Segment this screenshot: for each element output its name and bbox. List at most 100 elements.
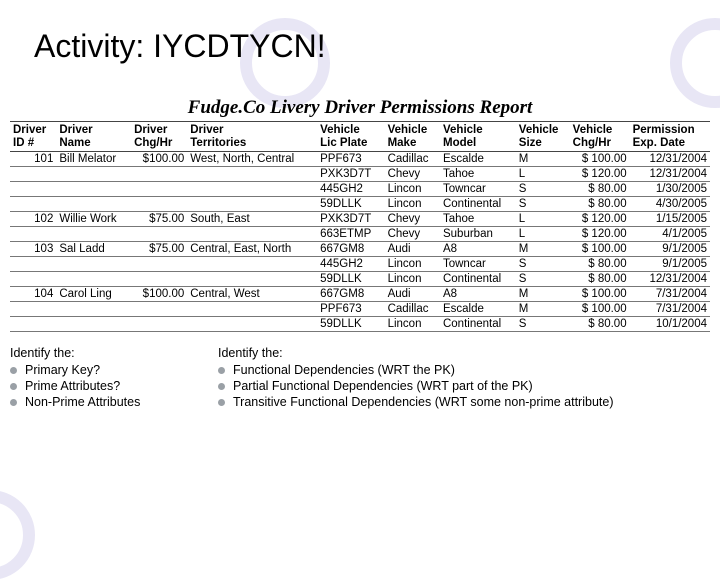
table-row: 59DLLKLinconContinentalS$ 80.0012/31/200… (10, 272, 710, 287)
table-row: 59DLLKLinconContinentalS$ 80.0010/1/2004 (10, 317, 710, 332)
table-cell (187, 182, 317, 197)
table-cell: 103 (10, 242, 56, 257)
table-cell (10, 272, 56, 287)
table-cell: 7/31/2004 (630, 287, 710, 302)
bullet-icon (10, 399, 17, 406)
col-driver-terr: DriverTerritories (187, 122, 317, 152)
table-row: 103Sal Ladd$75.00Central, East, North667… (10, 242, 710, 257)
table-cell (187, 257, 317, 272)
table-cell: Audi (385, 287, 440, 302)
table-cell (10, 302, 56, 317)
table-cell: Tahoe (440, 212, 516, 227)
table-row: 663ETMPChevySuburbanL$ 120.004/1/2005 (10, 227, 710, 242)
table-cell: Continental (440, 272, 516, 287)
table-cell: 1/30/2005 (630, 182, 710, 197)
list-item-label: Non-Prime Attributes (25, 395, 140, 409)
table-cell (10, 317, 56, 332)
table-cell: 667GM8 (317, 287, 384, 302)
table-cell: M (516, 302, 570, 317)
table-cell: S (516, 257, 570, 272)
table-cell (56, 182, 131, 197)
table-cell: S (516, 197, 570, 212)
table-cell: $75.00 (131, 242, 187, 257)
table-cell: Towncar (440, 182, 516, 197)
table-cell: Bill Melator (56, 152, 131, 167)
table-cell: PXK3D7T (317, 212, 384, 227)
table-cell: $ 100.00 (570, 242, 630, 257)
table-cell (131, 272, 187, 287)
left-list-item: Prime Attributes? (10, 379, 200, 393)
table-cell: Cadillac (385, 152, 440, 167)
table-row: 101Bill Melator$100.00West, North, Centr… (10, 152, 710, 167)
table-cell (56, 227, 131, 242)
table-cell: 663ETMP (317, 227, 384, 242)
table-cell: $ 100.00 (570, 287, 630, 302)
table-cell (56, 317, 131, 332)
col-veh-make: VehicleMake (385, 122, 440, 152)
bullet-icon (10, 367, 17, 374)
col-veh-chg: VehicleChg/Hr (570, 122, 630, 152)
table-cell: Carol Ling (56, 287, 131, 302)
table-cell (187, 167, 317, 182)
table-cell (187, 272, 317, 287)
table-cell: 12/31/2004 (630, 272, 710, 287)
col-driver-chg: DriverChg/Hr (131, 122, 187, 152)
col-veh-size: VehicleSize (516, 122, 570, 152)
table-cell: S (516, 317, 570, 332)
table-cell: $75.00 (131, 212, 187, 227)
table-cell (10, 197, 56, 212)
right-list-item: Transitive Functional Dependencies (WRT … (218, 395, 710, 409)
slide-title: Activity: IYCDTYCN! (0, 0, 720, 77)
table-cell: PPF673 (317, 152, 384, 167)
col-veh-plate: VehicleLic Plate (317, 122, 384, 152)
table-cell: 7/31/2004 (630, 302, 710, 317)
table-cell (56, 257, 131, 272)
table-row: 104Carol Ling$100.00Central, West667GM8A… (10, 287, 710, 302)
right-list-item: Functional Dependencies (WRT the PK) (218, 363, 710, 377)
table-cell: 102 (10, 212, 56, 227)
table-cell (10, 227, 56, 242)
table-cell (131, 227, 187, 242)
table-cell: Audi (385, 242, 440, 257)
table-cell (187, 197, 317, 212)
col-driver-id: DriverID # (10, 122, 56, 152)
table-cell (131, 317, 187, 332)
table-cell: Lincon (385, 257, 440, 272)
table-row: PXK3D7TChevyTahoeL$ 120.0012/31/2004 (10, 167, 710, 182)
list-item-label: Primary Key? (25, 363, 100, 377)
right-question-block: Identify the: Functional Dependencies (W… (218, 346, 710, 411)
table-cell: $ 100.00 (570, 302, 630, 317)
table-cell: 4/1/2005 (630, 227, 710, 242)
table-cell: $ 100.00 (570, 152, 630, 167)
table-cell (56, 197, 131, 212)
table-cell: $ 80.00 (570, 272, 630, 287)
table-cell: Lincon (385, 317, 440, 332)
table-cell (131, 167, 187, 182)
table-cell: M (516, 242, 570, 257)
table-cell (131, 302, 187, 317)
table-cell: M (516, 287, 570, 302)
table-cell: 10/1/2004 (630, 317, 710, 332)
table-row: 59DLLKLinconContinentalS$ 80.004/30/2005 (10, 197, 710, 212)
left-question-block: Identify the: Primary Key?Prime Attribut… (10, 346, 200, 411)
table-cell: S (516, 272, 570, 287)
table-cell: Tahoe (440, 167, 516, 182)
list-item-label: Transitive Functional Dependencies (WRT … (233, 395, 614, 409)
table-cell: 101 (10, 152, 56, 167)
table-cell (131, 257, 187, 272)
table-cell: S (516, 182, 570, 197)
table-cell: Cadillac (385, 302, 440, 317)
table-cell: Central, West (187, 287, 317, 302)
bullet-icon (218, 367, 225, 374)
table-cell: 445GH2 (317, 182, 384, 197)
table-cell: $ 80.00 (570, 182, 630, 197)
table-cell: Escalde (440, 152, 516, 167)
table-cell (56, 272, 131, 287)
table-cell: 12/31/2004 (630, 152, 710, 167)
table-cell: $ 120.00 (570, 167, 630, 182)
table-cell: Chevy (385, 167, 440, 182)
table-cell: PXK3D7T (317, 167, 384, 182)
table-cell: Lincon (385, 197, 440, 212)
table-cell: $ 120.00 (570, 227, 630, 242)
decorative-circle (0, 490, 35, 580)
